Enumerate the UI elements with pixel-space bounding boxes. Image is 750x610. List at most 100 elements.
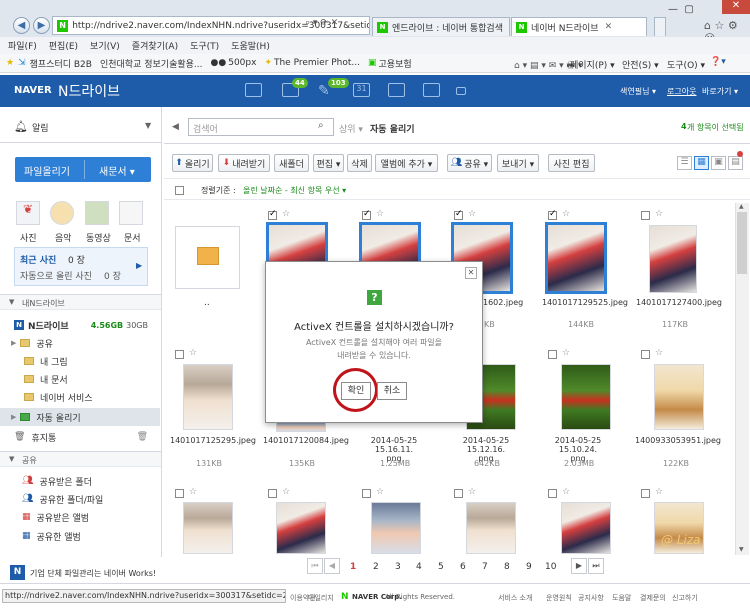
window-controls[interactable]: — ▢ (668, 4, 700, 15)
folder-shared[interactable]: ▶ 공유 (0, 334, 160, 352)
page-link[interactable]: 7 (482, 562, 488, 572)
scroll-down-icon[interactable]: ▼ (739, 546, 744, 553)
media-label-photo[interactable]: 사진 (20, 231, 37, 244)
page-link[interactable]: 3 (395, 562, 401, 572)
tab-ndrive[interactable]: N 네이버 N드라이브 ✕ (511, 17, 647, 36)
add-to-album-button[interactable]: 앨범에 추가 ▾ (375, 154, 438, 172)
star-icon[interactable]: ☆ (562, 348, 570, 358)
fav-link[interactable]: 인천대학교 정보기술활용... (100, 57, 203, 70)
document-media-icon[interactable] (119, 201, 143, 225)
file-thumbnail[interactable] (561, 502, 611, 554)
file-thumbnail[interactable] (371, 502, 421, 554)
select-all-checkbox[interactable] (175, 186, 184, 195)
close-tab-icon[interactable]: ✕ (605, 22, 613, 32)
page-link[interactable]: 4 (416, 562, 422, 572)
photo-edit-button[interactable]: 사진 편집 (548, 154, 595, 172)
footer-mileage-link[interactable]: 마일리지 (308, 593, 334, 603)
folder-documents[interactable]: 내 문서 (0, 370, 160, 388)
upload-toolbar-button[interactable]: ⬆ 올리기 (172, 154, 213, 172)
footer-link[interactable]: 신고하기 (672, 593, 698, 603)
file-name[interactable]: 1602.jpeg (483, 298, 523, 307)
delete-button[interactable]: 삭제 (347, 154, 372, 172)
dialog-close-icon[interactable]: ✕ (465, 267, 477, 279)
tab-search[interactable]: N 엔드라이브 : 네이버 통합검색 (372, 17, 510, 36)
thumb-view-icon[interactable]: ▤ (728, 156, 743, 170)
file-name[interactable]: 1401017120084.jpeg (263, 436, 349, 445)
list-view-icon[interactable]: ☰ (677, 156, 692, 170)
share-shared-files[interactable]: 👥︎ 공유한 폴더/파일 (0, 490, 160, 508)
page-link[interactable]: 9 (526, 562, 532, 572)
file-thumbnail[interactable] (183, 502, 233, 554)
star-icon[interactable]: ☆ (655, 487, 663, 497)
star-icon[interactable]: ☆ (468, 487, 476, 497)
naver-logo[interactable]: NAVER (14, 85, 52, 96)
grid-view-icon[interactable]: ▦ (694, 156, 709, 170)
page-link[interactable]: 6 (460, 562, 466, 572)
file-checkbox[interactable] (362, 489, 371, 498)
star-icon[interactable]: ☆ (562, 209, 570, 219)
calendar-icon[interactable]: 31 (353, 83, 370, 97)
menu-help[interactable]: 도움말(H) (231, 39, 270, 52)
menu-tools[interactable]: 도구(T) (190, 39, 219, 52)
help-icon[interactable]: ❓▾ (710, 57, 726, 67)
new-doc-button[interactable]: 새문서 ▾ (99, 163, 135, 178)
fav-link[interactable]: 500px (228, 58, 256, 68)
search-icon[interactable]: ⌕ (318, 120, 324, 131)
menu-file[interactable]: 파일(F) (8, 39, 37, 52)
media-label-music[interactable]: 음악 (55, 231, 72, 244)
large-view-icon[interactable]: ▣ (711, 156, 726, 170)
file-thumbnail[interactable] (276, 502, 326, 554)
file-thumbnail[interactable] (654, 364, 704, 430)
star-icon[interactable]: ☆ (562, 487, 570, 497)
collapse-icon[interactable]: ▼ (9, 298, 14, 306)
star-icon[interactable]: ☆ (282, 487, 290, 497)
sort-select[interactable]: 올린 날짜순 - 최신 항목 우선 ▾ (243, 185, 346, 196)
file-checkbox[interactable] (175, 350, 184, 359)
file-name[interactable]: 1401017125295.jpeg (170, 436, 256, 445)
logout-link[interactable]: 로그아웃 (667, 86, 696, 97)
fav-link[interactable]: 고용보험 (379, 57, 412, 70)
file-checkbox[interactable] (641, 350, 650, 359)
next-page-button[interactable]: ▶ (571, 558, 587, 574)
file-thumbnail[interactable] (649, 225, 697, 293)
back-button[interactable]: ◀ (13, 17, 30, 34)
works-link[interactable]: 기업 단체 파일관리는 네이버 Works! (30, 568, 156, 579)
fav-link[interactable]: 챔프스터디 B2B (30, 57, 92, 70)
more-icon[interactable] (456, 87, 466, 95)
expand-icon[interactable]: ▶ (11, 339, 16, 347)
last-page-button[interactable]: ⏭ (588, 558, 604, 574)
file-checkbox[interactable] (548, 489, 557, 498)
page-link[interactable]: 5 (438, 562, 444, 572)
page-link[interactable]: 2 (373, 562, 379, 572)
prev-page-button[interactable]: ◀ (324, 558, 340, 574)
file-thumbnail[interactable] (466, 502, 516, 554)
add-favorite-icon[interactable]: ⇲ (18, 58, 26, 68)
media-label-doc[interactable]: 문서 (124, 231, 141, 244)
drive-root[interactable]: N N드라이브 4.56GB 30GB (0, 316, 160, 334)
file-checkbox[interactable] (268, 489, 277, 498)
share-button[interactable]: 👥︎ 공유 ▾ (447, 154, 492, 172)
shortcut-menu[interactable]: 바로가기 ▾ (702, 86, 738, 97)
footer-link[interactable]: 도움말 (612, 593, 631, 603)
file-thumbnail[interactable] (545, 222, 607, 294)
tools-menu[interactable]: 도구(O) ▾ (667, 58, 705, 71)
file-checkbox[interactable] (641, 211, 650, 220)
share-received-album[interactable]: ▦ 공유받은 앨범 (0, 508, 160, 526)
scrollbar-thumb[interactable] (737, 212, 747, 274)
file-thumbnail[interactable] (561, 364, 611, 430)
folder-auto-upload[interactable]: ▶ 자동 올리기 (0, 408, 160, 426)
dialog-cancel-button[interactable]: 취소 (377, 382, 407, 400)
music-media-icon[interactable] (50, 201, 74, 225)
ndrive-logo[interactable]: N드라이브 (58, 81, 120, 101)
menu-edit[interactable]: 편집(E) (49, 39, 78, 52)
parent-folder-tile[interactable] (175, 226, 240, 289)
star-icon[interactable]: ☆ (189, 487, 197, 497)
folder-pictures[interactable]: 내 그림 (0, 352, 160, 370)
safety-menu[interactable]: 안전(S) ▾ (622, 58, 659, 71)
page-link[interactable]: 10 (545, 562, 556, 572)
close-window-button[interactable]: ✕ (722, 0, 750, 14)
photo-media-icon[interactable]: ❦ (16, 201, 40, 225)
folder-trash[interactable]: 🗑︎ 휴지통 🗑︎ (0, 428, 160, 446)
star-icon[interactable]: ☆ (655, 348, 663, 358)
star-icon[interactable]: ☆ (376, 487, 384, 497)
